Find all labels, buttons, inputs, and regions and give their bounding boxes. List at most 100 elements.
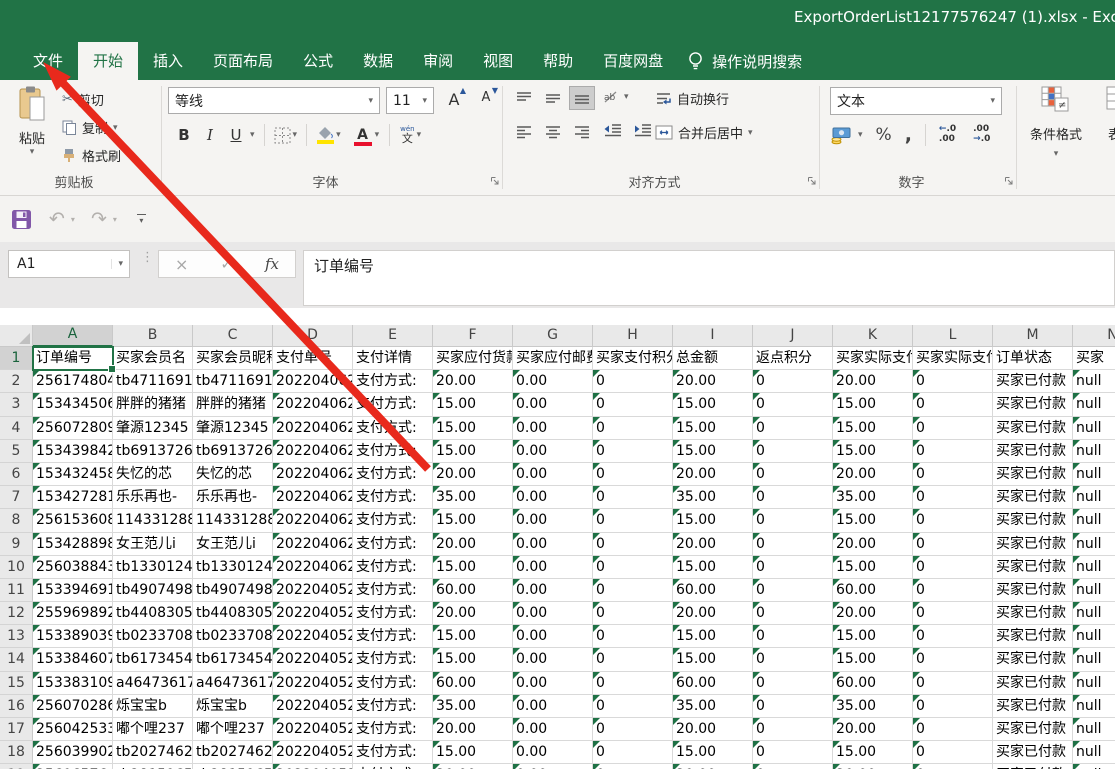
cell-D9[interactable]: 202204062 (273, 533, 353, 556)
cell-F3[interactable]: 15.00 (433, 393, 513, 416)
cell-M4[interactable]: 买家已付款 (993, 417, 1073, 440)
align-top-button[interactable] (511, 86, 537, 110)
cell-K1[interactable]: 买家实际支付金额 (833, 347, 913, 370)
cancel-button[interactable]: × (175, 255, 188, 274)
tab-view[interactable]: 视图 (468, 42, 528, 80)
cell-H12[interactable]: 0 (593, 602, 673, 625)
cell-C6[interactable]: 失忆的芯 (193, 463, 273, 486)
font-size-combobox[interactable]: 11 ▾ (386, 87, 434, 114)
decrease-font-size-button[interactable]: A▼ (476, 90, 496, 109)
tab-review[interactable]: 审阅 (408, 42, 468, 80)
fill-color-dropdown-arrow[interactable]: ▾ (336, 130, 341, 140)
underline-button[interactable]: U (224, 126, 248, 144)
column-header-F[interactable]: F (433, 325, 513, 347)
cell-H18[interactable]: 0 (593, 741, 673, 764)
cell-N4[interactable]: null (1073, 417, 1115, 440)
orientation-dropdown-arrow[interactable]: ▾ (624, 92, 629, 102)
cell-E17[interactable]: 支付方式: (353, 718, 433, 741)
cell-F6[interactable]: 20.00 (433, 463, 513, 486)
borders-dropdown-arrow[interactable]: ▾ (293, 130, 298, 140)
cell-H13[interactable]: 0 (593, 625, 673, 648)
cell-F5[interactable]: 15.00 (433, 440, 513, 463)
cell-D11[interactable]: 202204052 (273, 579, 353, 602)
column-header-J[interactable]: J (753, 325, 833, 347)
cell-M6[interactable]: 买家已付款 (993, 463, 1073, 486)
cell-K12[interactable]: 20.00 (833, 602, 913, 625)
borders-icon[interactable] (274, 127, 291, 144)
tab-baidu-netdisk[interactable]: 百度网盘 (588, 42, 678, 80)
cell-E13[interactable]: 支付方式: (353, 625, 433, 648)
cell-K8[interactable]: 15.00 (833, 509, 913, 532)
cell-A2[interactable]: 256174804 (33, 370, 113, 393)
cell-J18[interactable]: 0 (753, 741, 833, 764)
cell-C3[interactable]: 胖胖的猪猪 (193, 393, 273, 416)
tab-file[interactable]: 文件 (18, 42, 78, 80)
cell-I14[interactable]: 15.00 (673, 648, 753, 671)
select-all-corner[interactable] (0, 325, 33, 347)
column-header-C[interactable]: C (193, 325, 273, 347)
cell-J17[interactable]: 0 (753, 718, 833, 741)
cell-J12[interactable]: 0 (753, 602, 833, 625)
cell-F17[interactable]: 20.00 (433, 718, 513, 741)
cell-C15[interactable]: a46473617 (193, 672, 273, 695)
cell-K3[interactable]: 15.00 (833, 393, 913, 416)
tab-insert[interactable]: 插入 (138, 42, 198, 80)
cell-B15[interactable]: a46473617 (113, 672, 193, 695)
cell-F9[interactable]: 20.00 (433, 533, 513, 556)
cell-I13[interactable]: 15.00 (673, 625, 753, 648)
cell-B10[interactable]: tb1330124 (113, 556, 193, 579)
number-dialog-launcher[interactable] (1004, 171, 1014, 190)
italic-button[interactable]: I (198, 126, 222, 144)
cell-C14[interactable]: tb6173454 (193, 648, 273, 671)
cell-G2[interactable]: 0.00 (513, 370, 593, 393)
cell-A15[interactable]: 153383109 (33, 672, 113, 695)
row-header-3[interactable]: 3 (0, 393, 33, 416)
number-format-combobox[interactable]: 文本 ▾ (830, 87, 1002, 115)
cell-B4[interactable]: 肇源12345 (113, 417, 193, 440)
cell-B19[interactable]: tb2815965 (113, 764, 193, 769)
cell-E11[interactable]: 支付方式: (353, 579, 433, 602)
cell-K6[interactable]: 20.00 (833, 463, 913, 486)
increase-decimal-button[interactable]: ←.0 .00 (939, 125, 956, 145)
cell-N19[interactable]: null (1073, 764, 1115, 769)
cell-J14[interactable]: 0 (753, 648, 833, 671)
paste-dropdown-arrow[interactable]: ▾ (30, 147, 35, 157)
row-header-14[interactable]: 14 (0, 648, 33, 671)
cell-G17[interactable]: 0.00 (513, 718, 593, 741)
cell-D19[interactable]: 202204052 (273, 764, 353, 769)
phonetic-guide-button[interactable]: wén 文 (400, 126, 414, 144)
cell-I8[interactable]: 15.00 (673, 509, 753, 532)
cell-D1[interactable]: 支付单号 (273, 347, 353, 370)
cell-J2[interactable]: 0 (753, 370, 833, 393)
cell-D6[interactable]: 202204062 (273, 463, 353, 486)
increase-font-size-button[interactable]: A▲ (444, 90, 464, 109)
cell-G13[interactable]: 0.00 (513, 625, 593, 648)
cell-D18[interactable]: 202204052 (273, 741, 353, 764)
cell-K7[interactable]: 35.00 (833, 486, 913, 509)
cell-N12[interactable]: null (1073, 602, 1115, 625)
cell-I5[interactable]: 15.00 (673, 440, 753, 463)
cell-F15[interactable]: 60.00 (433, 672, 513, 695)
cell-I17[interactable]: 20.00 (673, 718, 753, 741)
cell-G5[interactable]: 0.00 (513, 440, 593, 463)
cell-N14[interactable]: null (1073, 648, 1115, 671)
cell-A7[interactable]: 153427281 (33, 486, 113, 509)
cell-J4[interactable]: 0 (753, 417, 833, 440)
cell-C13[interactable]: tb0233708 (193, 625, 273, 648)
conditional-formatting-button[interactable]: ≠ 条件格式 ▾ (1025, 86, 1087, 159)
column-header-L[interactable]: L (913, 325, 993, 347)
cell-M9[interactable]: 买家已付款 (993, 533, 1073, 556)
format-painter-button[interactable]: 格式刷 (62, 146, 121, 165)
cell-H3[interactable]: 0 (593, 393, 673, 416)
cell-A8[interactable]: 256153608 (33, 509, 113, 532)
cell-D4[interactable]: 202204062 (273, 417, 353, 440)
cell-F13[interactable]: 15.00 (433, 625, 513, 648)
cell-M12[interactable]: 买家已付款 (993, 602, 1073, 625)
cell-N11[interactable]: null (1073, 579, 1115, 602)
column-header-D[interactable]: D (273, 325, 353, 347)
cell-H9[interactable]: 0 (593, 533, 673, 556)
decrease-indent-icon[interactable] (603, 123, 623, 137)
cell-H15[interactable]: 0 (593, 672, 673, 695)
cell-C5[interactable]: tb6913726 (193, 440, 273, 463)
cell-H17[interactable]: 0 (593, 718, 673, 741)
